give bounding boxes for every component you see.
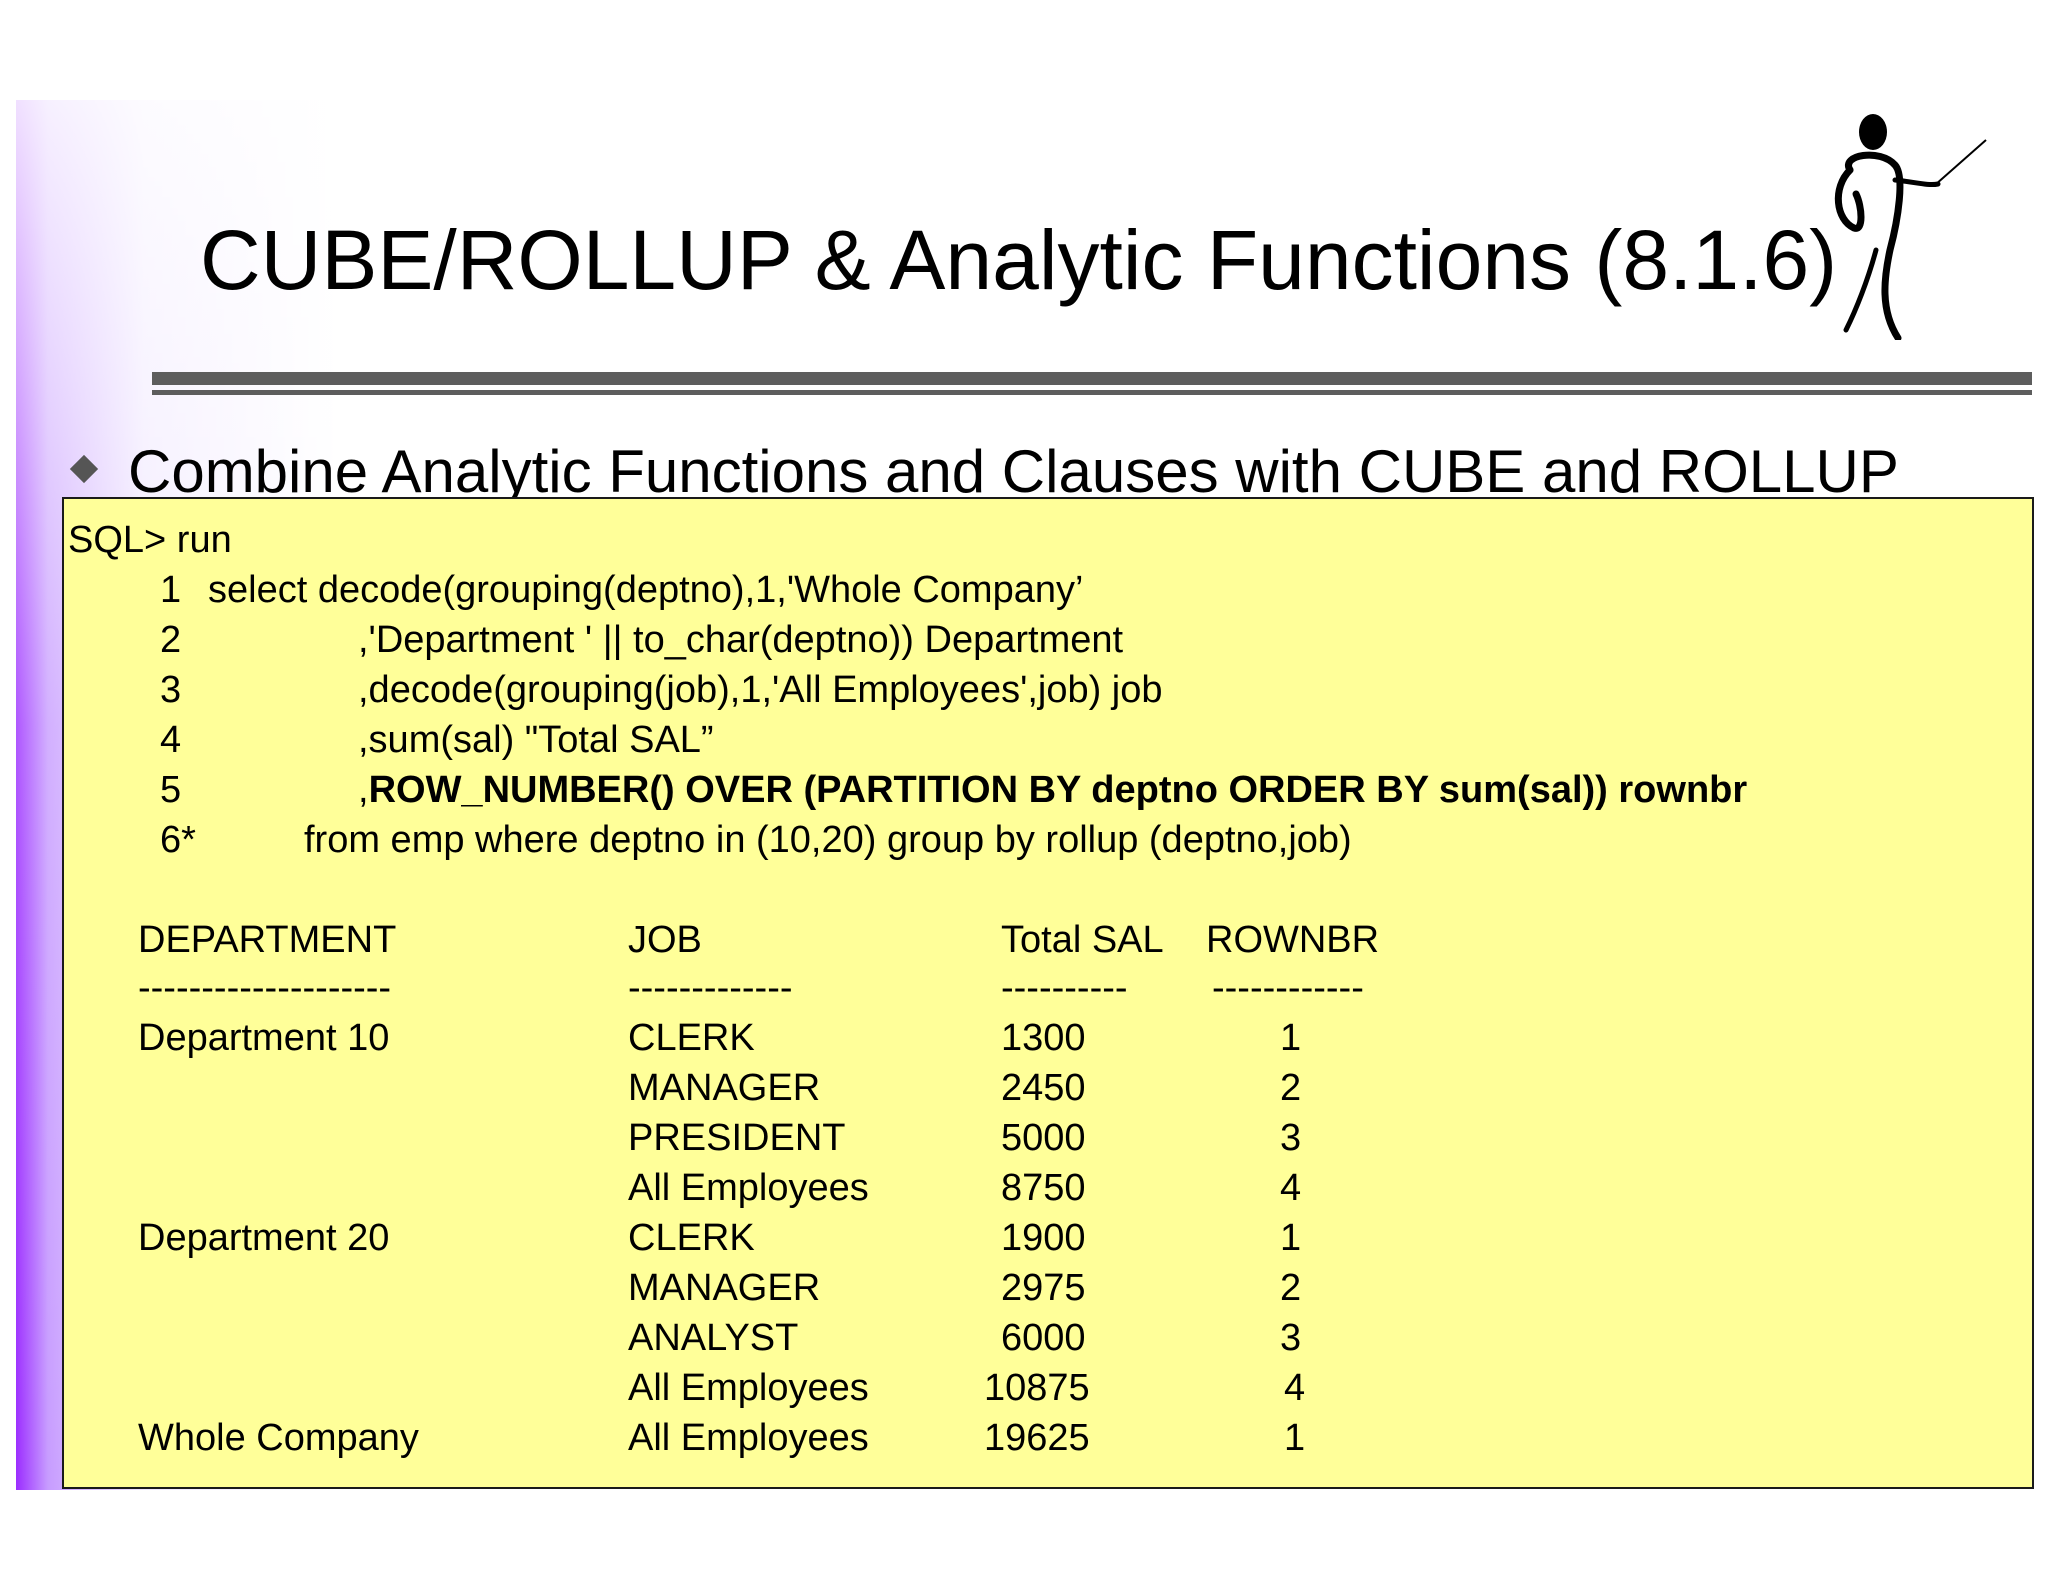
result-separator: -------------------- <box>138 967 392 1009</box>
result-header-job: JOB <box>628 919 702 961</box>
sql-line-number: 1 <box>160 569 182 611</box>
cell-job: All Employees <box>628 1167 869 1209</box>
cell-total-sal: 2450 <box>1001 1067 1086 1109</box>
sql-output-box: SQL> run 1 select decode(grouping(deptno… <box>62 497 2034 1489</box>
sql-line-bold-text: ROW_NUMBER() OVER (PARTITION BY deptno O… <box>368 769 1748 811</box>
cell-rownbr: 1 <box>1280 1217 1302 1259</box>
cell-job: All Employees <box>628 1367 869 1409</box>
cell-rownbr: 1 <box>1280 1017 1302 1059</box>
cell-total-sal: 6000 <box>1001 1317 1086 1359</box>
result-separator: ---------- <box>1001 967 1128 1009</box>
bullet-text: Combine Analytic Functions and Clauses w… <box>128 438 1899 505</box>
cell-total-sal: 5000 <box>1001 1117 1086 1159</box>
sql-line-number: 5 <box>160 769 182 811</box>
result-separator: ------------- <box>628 967 793 1009</box>
sql-line-text: ,ROW_NUMBER() OVER (PARTITION BY deptno … <box>358 767 1747 813</box>
sql-line-number: 2 <box>160 619 182 661</box>
cell-job: All Employees <box>628 1417 869 1459</box>
sql-line-number: 6* <box>160 819 196 861</box>
cell-department: Whole Company <box>138 1417 419 1459</box>
result-header-department: DEPARTMENT <box>138 919 397 961</box>
cell-rownbr: 3 <box>1280 1117 1302 1159</box>
sql-line-text: select decode(grouping(deptno),1,'Whole … <box>208 569 1084 611</box>
cell-rownbr: 4 <box>1284 1367 1306 1409</box>
cell-rownbr: 4 <box>1280 1167 1302 1209</box>
title-rule-thin <box>152 390 2032 395</box>
result-header-rownbr: ROWNBR <box>1206 919 1380 961</box>
sql-line-text: ,'Department ' || to_char(deptno)) Depar… <box>358 619 1124 661</box>
cell-rownbr: 2 <box>1280 1067 1302 1109</box>
cell-total-sal: 1300 <box>1001 1017 1086 1059</box>
cell-rownbr: 2 <box>1280 1267 1302 1309</box>
sql-line-number: 4 <box>160 719 182 761</box>
slide-title: CUBE/ROLLUP & Analytic Functions (8.1.6) <box>200 213 1838 307</box>
cell-job: CLERK <box>628 1217 755 1259</box>
cell-rownbr: 1 <box>1284 1417 1306 1459</box>
diamond-bullet-icon <box>69 455 99 484</box>
result-separator: ------------ <box>1212 967 1364 1009</box>
sql-line-text: ,decode(grouping(job),1,'All Employees',… <box>358 669 1163 711</box>
cell-total-sal: 1900 <box>1001 1217 1086 1259</box>
sql-line-prefix: , <box>358 769 369 811</box>
cell-job: CLERK <box>628 1017 755 1059</box>
cell-total-sal: 2975 <box>1001 1267 1086 1309</box>
cell-total-sal: 8750 <box>1001 1167 1086 1209</box>
presenter-figure-icon <box>1834 114 1987 340</box>
sql-line-text: ,sum(sal) "Total SAL” <box>358 719 714 761</box>
cell-job: PRESIDENT <box>628 1117 846 1159</box>
sql-line-number: 3 <box>160 669 182 711</box>
cell-department: Department 20 <box>138 1217 390 1259</box>
result-header-total-sal: Total SAL <box>1001 919 1164 961</box>
sql-line-text: from emp where deptno in (10,20) group b… <box>304 819 1352 861</box>
title-rule-thick <box>152 372 2032 385</box>
cell-rownbr: 3 <box>1280 1317 1302 1359</box>
cell-job: ANALYST <box>628 1317 799 1359</box>
cell-job: MANAGER <box>628 1267 821 1309</box>
cell-department: Department 10 <box>138 1017 390 1059</box>
cell-total-sal: 10875 <box>984 1367 1090 1409</box>
cell-job: MANAGER <box>628 1067 821 1109</box>
cell-total-sal: 19625 <box>984 1417 1090 1459</box>
sql-prompt: SQL> run <box>68 519 232 561</box>
